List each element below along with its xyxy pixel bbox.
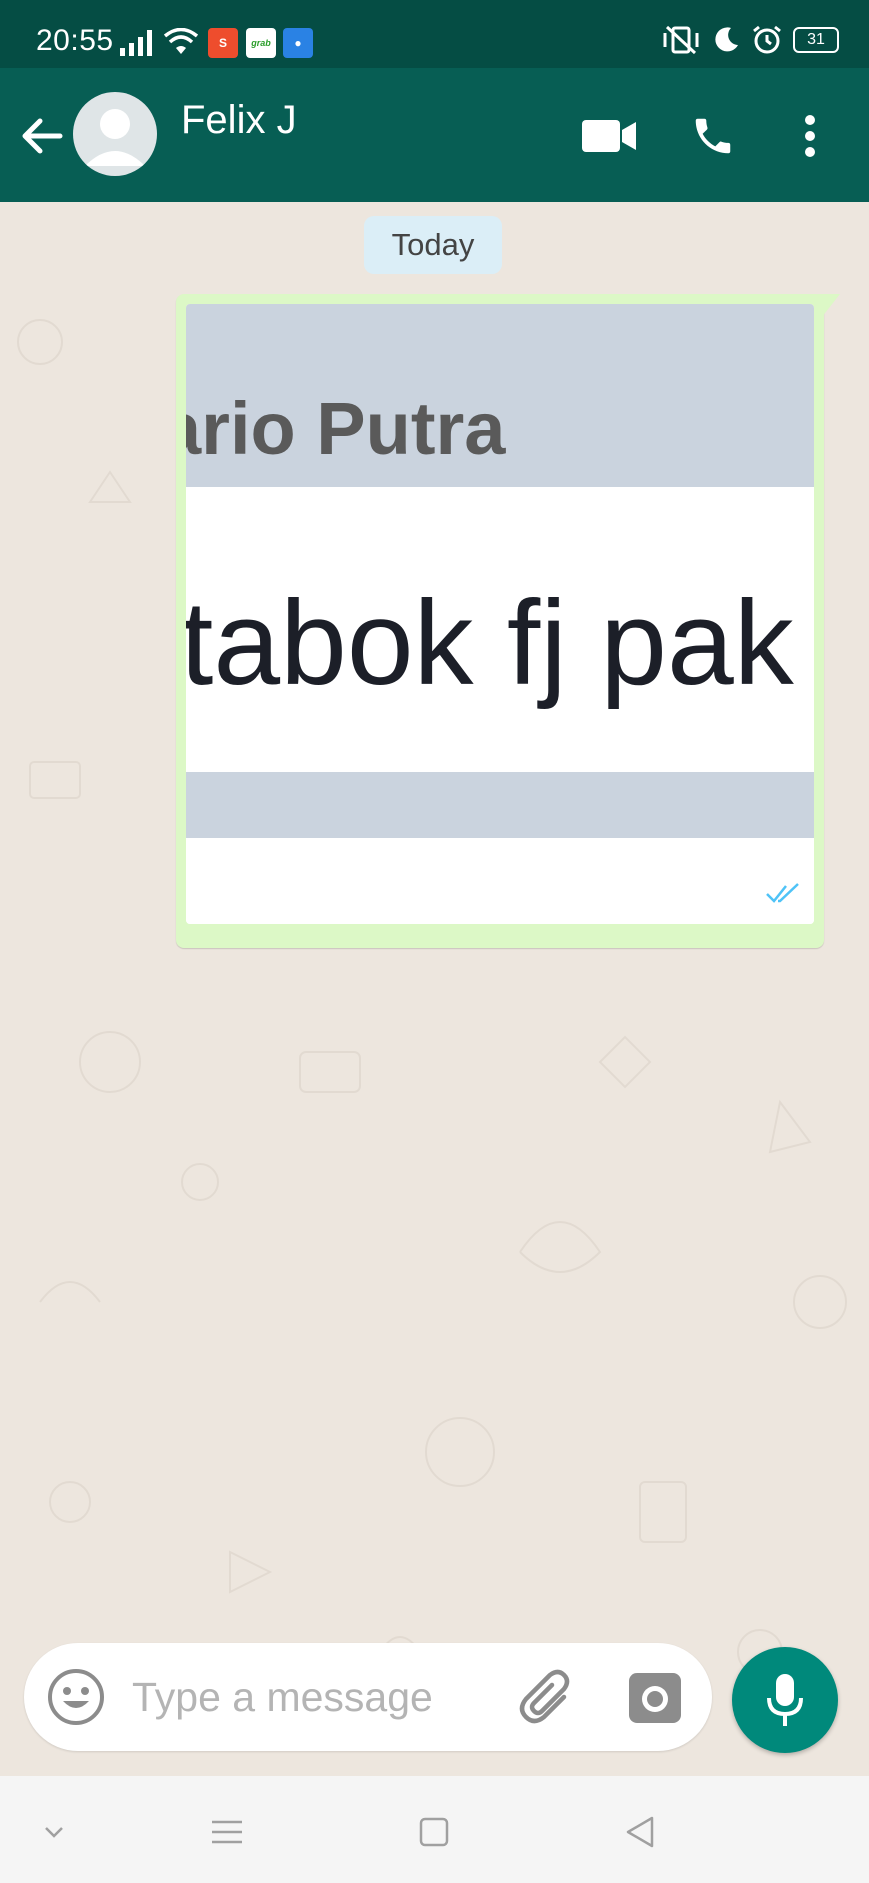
default-avatar-icon	[85, 109, 145, 166]
back-arrow-icon	[22, 118, 63, 154]
more-options-button[interactable]	[780, 108, 840, 164]
nav-collapse-button[interactable]	[34, 1812, 74, 1852]
battery-indicator: 31	[793, 27, 839, 53]
square-icon	[419, 1817, 449, 1847]
nav-back-button[interactable]	[620, 1812, 660, 1852]
bubble-tail	[818, 294, 840, 322]
video-call-button[interactable]	[580, 108, 640, 164]
avatar[interactable]	[73, 92, 157, 176]
status-time: 20:55	[36, 24, 114, 57]
video-call-icon	[582, 120, 636, 152]
system-nav-bar	[0, 1776, 869, 1883]
mic-icon	[767, 1674, 803, 1726]
image-bottom	[186, 838, 814, 924]
back-button[interactable]	[20, 108, 64, 164]
nav-home-button[interactable]	[414, 1812, 454, 1852]
moon-icon	[715, 27, 738, 52]
phone-icon	[695, 118, 731, 154]
chat-area[interactable]: Today ario Putra tabok fj pak	[0, 202, 869, 1776]
status-bar: 20:55 S grab ● 31	[0, 0, 869, 68]
shopee-icon: S	[208, 28, 238, 58]
grab-icon: grab	[246, 28, 276, 58]
message-app-icon: ●	[283, 28, 313, 58]
wifi-icon	[164, 28, 198, 54]
camera-icon[interactable]	[628, 1671, 682, 1725]
signal-icon	[120, 30, 152, 56]
contact-name[interactable]: Felix J	[181, 98, 297, 143]
message-input[interactable]	[132, 1663, 512, 1731]
image-lower-band	[186, 772, 814, 838]
image-text-message: tabok fj pak	[186, 576, 794, 710]
voice-message-button[interactable]	[732, 1647, 838, 1753]
chevron-down-icon	[45, 1827, 63, 1838]
nav-menu-button[interactable]	[207, 1812, 247, 1852]
alarm-icon	[753, 25, 781, 54]
status-right-icons: 31	[661, 24, 839, 56]
attach-icon[interactable]	[518, 1669, 578, 1725]
more-vert-icon	[805, 115, 815, 157]
chat-header: Felix J	[0, 68, 869, 202]
date-chip: Today	[364, 216, 502, 274]
emoji-icon[interactable]	[46, 1667, 106, 1727]
image-text-name: ario Putra	[186, 387, 506, 470]
outgoing-image-message[interactable]: ario Putra tabok fj pak	[176, 294, 824, 948]
triangle-back-icon	[626, 1816, 654, 1848]
message-image[interactable]: ario Putra tabok fj pak	[186, 304, 814, 924]
message-composer	[24, 1643, 712, 1751]
vibrate-off-icon	[663, 25, 699, 55]
menu-icon	[212, 1820, 242, 1844]
voice-call-button[interactable]	[683, 108, 743, 164]
double-check-icon	[766, 883, 799, 903]
